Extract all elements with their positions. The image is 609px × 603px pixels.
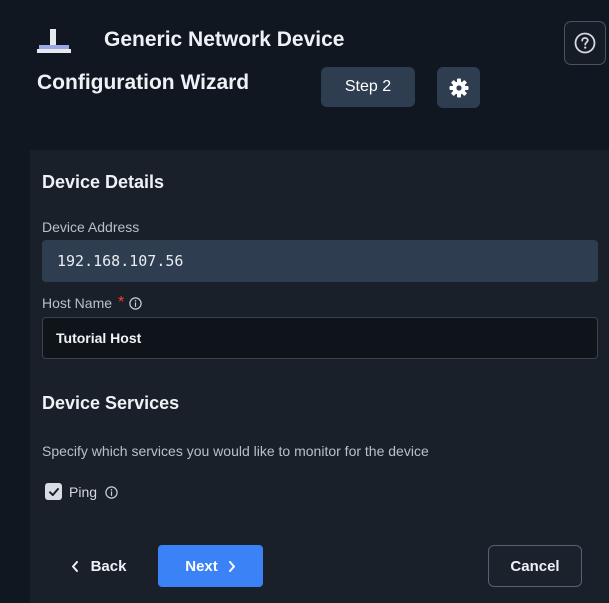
step-badge: Step 2 xyxy=(321,67,415,107)
network-device-icon xyxy=(37,29,71,53)
device-address-field: 192.168.107.56 xyxy=(42,240,598,282)
back-button[interactable]: Back xyxy=(53,545,144,587)
help-circle-icon xyxy=(574,32,596,54)
gear-icon xyxy=(449,78,468,97)
device-services-heading: Device Services xyxy=(42,393,180,413)
info-icon[interactable] xyxy=(129,296,142,310)
chevron-left-icon xyxy=(71,560,79,572)
services-description: Specify which services you would like to… xyxy=(42,443,429,459)
device-address-label: Device Address xyxy=(42,219,139,235)
next-button[interactable]: Next xyxy=(158,545,263,587)
ping-label: Ping xyxy=(69,484,118,500)
wizard-title: Generic Network Device xyxy=(104,28,345,51)
chevron-right-icon xyxy=(228,560,236,572)
wizard-subtitle: Configuration Wizard xyxy=(37,71,250,94)
host-name-label-text: Host Name xyxy=(42,295,113,311)
ping-label-text: Ping xyxy=(69,484,98,500)
settings-button[interactable] xyxy=(437,67,480,108)
host-name-label: Host Name * xyxy=(42,295,142,311)
ping-checkbox[interactable] xyxy=(45,483,62,500)
next-button-label: Next xyxy=(185,557,218,575)
device-details-heading: Device Details xyxy=(42,172,165,192)
info-icon[interactable] xyxy=(105,485,118,499)
checkmark-icon xyxy=(48,487,59,496)
help-button[interactable] xyxy=(564,21,606,65)
cancel-button[interactable]: Cancel xyxy=(488,545,582,587)
back-button-label: Back xyxy=(90,557,127,575)
required-asterisk: * xyxy=(118,294,125,311)
wizard-panel xyxy=(30,150,609,603)
device-address-label-text: Device Address xyxy=(42,219,140,235)
host-name-input[interactable]: Tutorial Host xyxy=(42,317,598,359)
